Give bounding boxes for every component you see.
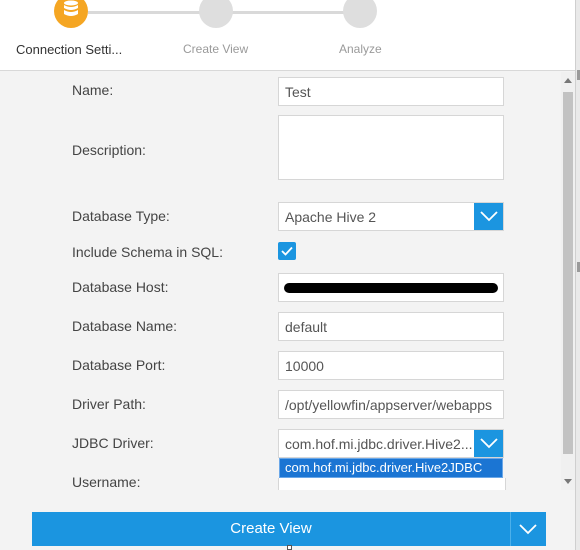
database-host-label: Database Host: (72, 279, 169, 295)
driver-path-input[interactable]: /opt/yellowfin/appserver/webapps (278, 390, 504, 419)
checkmark-icon (281, 246, 293, 256)
wizard-header: Connection Setti... Create View Analyze (0, 0, 575, 71)
database-type-dropdown-button[interactable] (474, 203, 503, 230)
jdbc-driver-option[interactable]: com.hof.mi.jdbc.driver.Hive2JDBC (279, 458, 503, 478)
include-schema-label: Include Schema in SQL: (72, 244, 223, 260)
step-analyze[interactable] (343, 0, 377, 28)
database-icon (64, 0, 78, 16)
database-name-input[interactable]: default (278, 312, 504, 341)
step-label-connection-settings: Connection Setti... (16, 42, 123, 57)
name-label: Name: (72, 82, 114, 98)
resize-handle[interactable] (287, 545, 292, 550)
description-textarea[interactable] (278, 115, 504, 180)
create-view-button[interactable]: Create View (32, 512, 510, 546)
database-type-label: Database Type: (72, 208, 170, 224)
scroll-thumb[interactable] (563, 92, 573, 454)
database-port-input[interactable]: 10000 (278, 351, 504, 380)
database-name-label: Database Name: (72, 318, 178, 334)
jdbc-driver-dropdown-list (278, 478, 506, 490)
jdbc-driver-label: JDBC Driver: (72, 435, 154, 451)
chevron-down-icon (519, 524, 537, 535)
name-input[interactable]: Test (278, 77, 504, 106)
include-schema-checkbox[interactable] (278, 242, 296, 260)
form-scrollbar[interactable] (561, 72, 575, 490)
chevron-down-icon (480, 438, 498, 449)
step-connection-settings[interactable] (54, 0, 88, 28)
driver-path-label: Driver Path: (72, 396, 146, 412)
step-connector (88, 11, 200, 14)
window-edge (575, 0, 580, 550)
jdbc-driver-value: com.hof.mi.jdbc.driver.Hive2... (285, 436, 473, 452)
scroll-up-icon[interactable] (564, 78, 572, 83)
step-connector (232, 11, 344, 14)
jdbc-driver-select[interactable]: com.hof.mi.jdbc.driver.Hive2... (278, 429, 504, 458)
chevron-down-icon (480, 211, 498, 222)
database-type-value: Apache Hive 2 (285, 209, 377, 225)
step-label-create-view: Create View (183, 42, 249, 56)
database-port-label: Database Port: (72, 357, 166, 373)
username-label: Username: (72, 474, 141, 490)
create-view-menu-button[interactable] (510, 512, 546, 546)
scroll-down-icon[interactable] (564, 479, 572, 484)
redaction-mark (284, 283, 498, 293)
step-label-analyze: Analyze (339, 42, 382, 56)
step-create-view[interactable] (199, 0, 233, 28)
description-label: Description: (72, 142, 146, 158)
database-type-select[interactable]: Apache Hive 2 (278, 202, 504, 231)
jdbc-driver-dropdown-button[interactable] (474, 430, 503, 457)
